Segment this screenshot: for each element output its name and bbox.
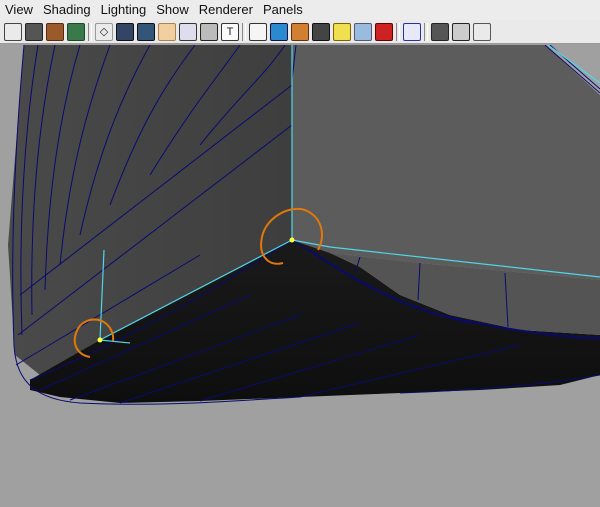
default-material-icon[interactable] — [375, 22, 393, 41]
toolbar-separator — [242, 22, 246, 41]
shadows-icon[interactable] — [312, 22, 330, 41]
select-camera-icon[interactable] — [4, 22, 22, 41]
field-chart-icon[interactable] — [179, 22, 197, 41]
menu-shading[interactable]: Shading — [38, 0, 96, 20]
panel-toolbar: ◇ T — [0, 20, 600, 44]
safe-action-icon[interactable] — [200, 22, 218, 41]
toolbar-separator — [396, 22, 400, 41]
bookmarks-icon[interactable] — [46, 22, 64, 41]
selected-vertex[interactable] — [289, 237, 295, 243]
grid-icon[interactable]: ◇ — [95, 22, 113, 41]
menu-panels[interactable]: Panels — [258, 0, 308, 20]
selected-vertex[interactable] — [97, 337, 103, 343]
isolate-select-icon[interactable] — [403, 22, 421, 41]
smooth-shade-icon[interactable] — [270, 22, 288, 41]
image-plane-icon[interactable] — [67, 22, 85, 41]
panel-menu-bar: View Shading Lighting Show Renderer Panels — [0, 0, 600, 20]
wireframe-icon[interactable] — [249, 22, 267, 41]
textured-icon[interactable] — [291, 22, 309, 41]
xray-icon[interactable] — [354, 22, 372, 41]
menu-show[interactable]: Show — [151, 0, 194, 20]
toolbar-separator — [424, 22, 428, 41]
right-face — [292, 45, 600, 280]
camera-manipulator-icon[interactable] — [473, 22, 491, 41]
lights-icon[interactable] — [333, 22, 351, 41]
menu-renderer[interactable]: Renderer — [194, 0, 258, 20]
gate-mask-icon[interactable] — [158, 22, 176, 41]
camera-attributes-icon[interactable] — [25, 22, 43, 41]
safe-title-icon[interactable]: T — [221, 22, 239, 41]
xray-joints-icon[interactable] — [452, 22, 470, 41]
3d-viewport[interactable] — [0, 45, 600, 507]
toolbar-separator — [88, 22, 92, 41]
wireframe-on-shaded-icon[interactable] — [431, 22, 449, 41]
menu-lighting[interactable]: Lighting — [96, 0, 152, 20]
menu-view[interactable]: View — [0, 0, 38, 20]
resolution-gate-icon[interactable] — [137, 22, 155, 41]
film-gate-icon[interactable] — [116, 22, 134, 41]
